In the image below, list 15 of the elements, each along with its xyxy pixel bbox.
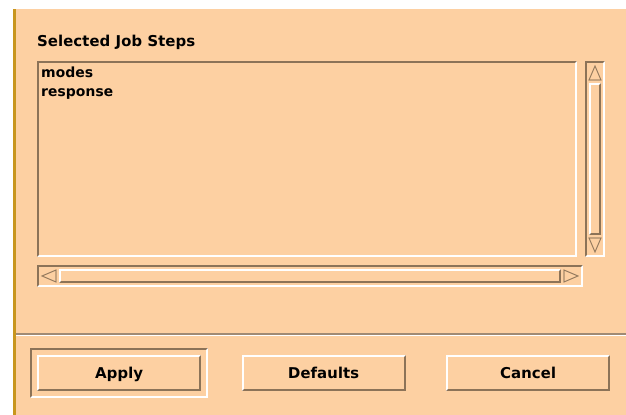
list-item[interactable]: modes [41, 64, 573, 83]
up-arrow-icon[interactable] [587, 63, 603, 83]
dialog-button[interactable]: Cancel [446, 355, 610, 391]
left-arrow-icon[interactable] [39, 268, 59, 284]
down-arrow-icon[interactable] [587, 235, 603, 255]
section-label: Selected Job Steps [37, 31, 196, 51]
scroll-thumb[interactable] [59, 269, 561, 283]
list-item[interactable]: response [41, 83, 573, 102]
horizontal-scrollbar[interactable] [37, 265, 583, 287]
job-steps-list[interactable]: modes response [37, 61, 577, 257]
dialog-button[interactable]: Apply [37, 355, 201, 391]
dialog-button[interactable]: Defaults [242, 355, 406, 391]
right-arrow-icon[interactable] [561, 268, 581, 284]
scroll-thumb[interactable] [589, 83, 601, 235]
vertical-scrollbar[interactable] [585, 61, 605, 257]
